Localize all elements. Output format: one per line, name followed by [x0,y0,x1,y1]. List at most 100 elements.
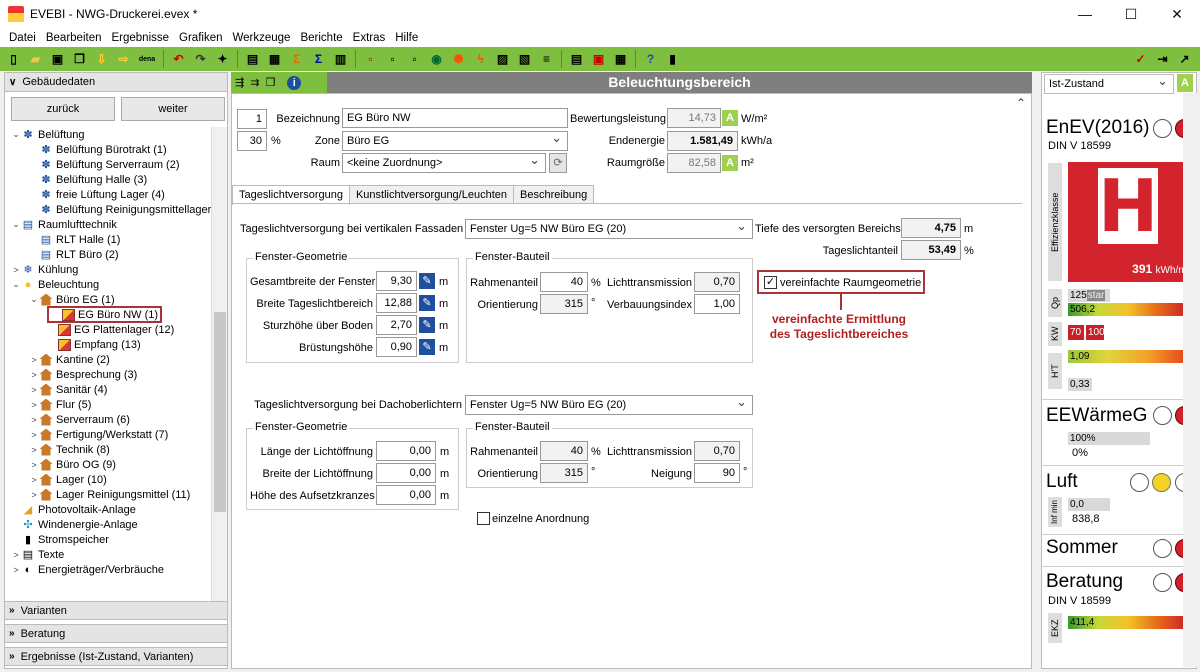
tool-icon[interactable]: ▧ [515,50,534,69]
sum-orange-icon[interactable]: Σ [287,50,306,69]
tree-item[interactable]: ✽ Belüftung Reinigungsmittellager [29,202,211,217]
info-icon[interactable]: i [287,75,302,90]
vert-window-select[interactable]: Fenster Ug=5 NW Büro EG (20) [465,217,753,239]
add-item-icon[interactable]: ⇶ [235,76,244,89]
neigung-field[interactable]: 90 [694,463,740,483]
help-icon[interactable]: ? [641,50,660,69]
menu-datei[interactable]: Datei [4,32,41,44]
wand-icon[interactable]: ✦ [213,50,232,69]
gesamtbreite-field[interactable]: 9,30 [376,271,417,291]
section-varianten[interactable]: » Varianten [5,601,227,620]
calc-b-icon[interactable]: ▫ [383,50,402,69]
tree-item[interactable]: > ◐ Energieträger/Verbräuche [11,562,164,577]
export-icon[interactable]: ⇨ [114,50,133,69]
menu-werkzeuge[interactable]: Werkzeuge [228,32,296,44]
menu-berichte[interactable]: Berichte [295,32,347,44]
expand-icon[interactable]: > [29,445,39,455]
tab-beschreibung[interactable]: Beschreibung [513,185,595,204]
tree-item[interactable]: ◢ Photovoltaik-Anlage [11,502,136,517]
maximize-button[interactable]: ☐ [1108,0,1154,28]
tree-item[interactable]: > Sanitär (4) [29,382,107,397]
expand-icon[interactable]: > [11,565,21,575]
tree-item[interactable]: ✽ Belüftung Serverraum (2) [29,157,179,172]
tree-item[interactable]: EG Büro NW (1) [47,306,163,323]
tree-item[interactable]: ✽ Belüftung Halle (3) [29,172,147,187]
tree-item[interactable]: > Fertigung/Werkstatt (7) [29,427,168,442]
redo-icon[interactable]: ↷ [191,50,210,69]
verb-field[interactable]: 1,00 [694,294,740,314]
percent-field[interactable]: 30 [237,131,267,151]
menu-extras[interactable]: Extras [348,32,391,44]
tree-item[interactable]: ✣ Windenergie-Anlage [11,517,137,532]
back-button[interactable]: zurück [11,97,115,121]
expand-icon[interactable]: > [29,430,39,440]
collapse-icon[interactable]: ⌄ [11,279,21,290]
tree-item[interactable]: > Flur (5) [29,397,91,412]
calc-a-icon[interactable]: ▫ [361,50,380,69]
tree-item[interactable]: > Lager Reinigungsmittel (11) [29,487,190,502]
document-icon[interactable]: ▤ [243,50,262,69]
edit-pencil-icon[interactable]: ✎ [419,273,435,289]
chart-icon[interactable]: ▨ [493,50,512,69]
report-icon[interactable]: ▥ [331,50,350,69]
dena-icon[interactable]: dena [136,50,158,69]
vereinfacht-checkbox[interactable]: ✓ [764,276,777,289]
breite-lichtoeffnung-field[interactable]: 0,00 [376,463,436,483]
check-icon[interactable]: ✓ [1131,50,1150,69]
sort-icon[interactable]: ⇉ [250,76,259,89]
expand-icon[interactable]: > [29,490,39,500]
zone-select[interactable]: Büro EG [342,129,568,151]
new-file-icon[interactable]: ▯ [4,50,23,69]
tab-tageslicht[interactable]: Tageslichtversorgung [232,185,350,205]
menu-ergebnisse[interactable]: Ergebnisse [106,32,174,44]
edit-pencil-icon[interactable]: ✎ [419,317,435,333]
arrow-right-icon[interactable]: ⇥ [1153,50,1172,69]
einzelne-anordnung-checkbox[interactable] [477,512,490,525]
tree-item[interactable]: > Besprechung (3) [29,367,137,382]
expand-icon[interactable]: > [29,385,39,395]
expand-icon[interactable]: > [11,550,21,560]
tree-item[interactable]: ⌄ ● Beleuchtung [11,277,99,292]
forward-button[interactable]: weiter [121,97,225,121]
bruestungshoehe-field[interactable]: 0,90 [376,337,417,357]
calc-c-icon[interactable]: ▫ [405,50,424,69]
number-field[interactable]: 1 [237,109,267,129]
energy-icon[interactable]: ϟ [471,50,490,69]
scroll-thumb[interactable] [214,312,226,512]
collapse-icon[interactable]: ⌄ [29,294,39,305]
expand-icon[interactable]: > [29,400,39,410]
tree-item[interactable]: > Kantine (2) [29,352,110,367]
rahmen-field[interactable]: 40 [540,272,588,292]
save-icon[interactable]: ▣ [48,50,67,69]
pdf-icon[interactable]: ▣ [589,50,608,69]
dach-window-select[interactable]: Fenster Ug=5 NW Büro EG (20) [465,393,753,415]
breite-tageslicht-field[interactable]: 12,88 [376,293,417,313]
import-icon[interactable]: ⇩ [92,50,111,69]
state-select[interactable]: Ist-Zustand [1044,72,1174,94]
tree-item[interactable]: > Büro OG (9) [29,457,116,472]
grid-icon[interactable]: ▦ [265,50,284,69]
calculator-icon[interactable]: ▮ [663,50,682,69]
tree-item[interactable]: ⌄ ✽ Belüftung [11,127,84,142]
expand-icon[interactable]: > [11,265,21,275]
tree-item[interactable]: ▤ RLT Halle (1) [29,232,121,247]
tree-item[interactable]: ▮ Stromspeicher [11,532,109,547]
copy-item-icon[interactable]: ❐ [265,76,275,89]
tree-item[interactable]: ⌄ Büro EG (1) [29,292,115,307]
open-folder-icon[interactable]: ▰ [26,50,45,69]
sun-icon[interactable]: ✺ [449,50,468,69]
minimize-button[interactable]: — [1062,0,1108,28]
laenge-lichtoeffnung-field[interactable]: 0,00 [376,441,436,461]
tree-item[interactable]: ⌄ ▤ Raumlufttechnik [11,217,117,232]
collapse-icon[interactable]: ⌄ [11,219,21,230]
expand-icon[interactable]: > [29,460,39,470]
menu-grafiken[interactable]: Grafiken [174,32,227,44]
section-gebaeudedaten[interactable]: ∨ Gebäudedaten [5,73,227,92]
close-button[interactable]: ✕ [1154,0,1200,28]
section-ergebnisse[interactable]: » Ergebnisse (Ist-Zustand, Varianten) [5,647,227,666]
expand-icon[interactable]: > [29,475,39,485]
menu-bearbeiten[interactable]: Bearbeiten [41,32,107,44]
expand-icon[interactable]: > [29,415,39,425]
sturzhoehe-field[interactable]: 2,70 [376,315,417,335]
expand-icon[interactable]: > [29,355,39,365]
